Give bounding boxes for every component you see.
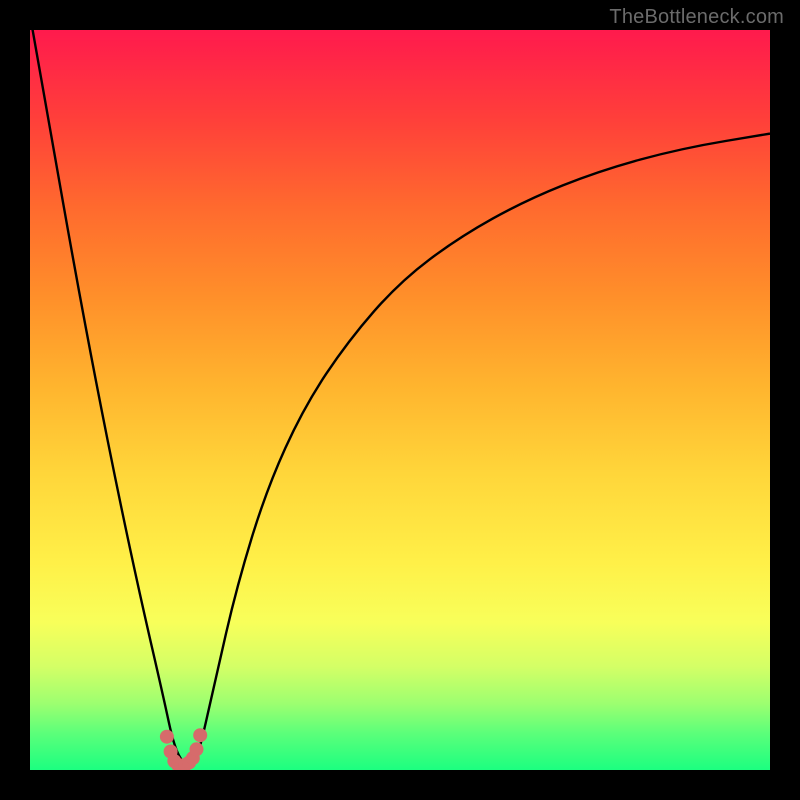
plot-area (30, 30, 770, 770)
chart-frame: TheBottleneck.com (0, 0, 800, 800)
curve-layer (30, 30, 770, 770)
marker-dot (190, 742, 204, 756)
marker-dot (193, 728, 207, 742)
minimum-marker (160, 728, 207, 770)
attribution-label: TheBottleneck.com (609, 6, 784, 29)
marker-dot (160, 730, 174, 744)
bottleneck-curve (30, 30, 770, 766)
